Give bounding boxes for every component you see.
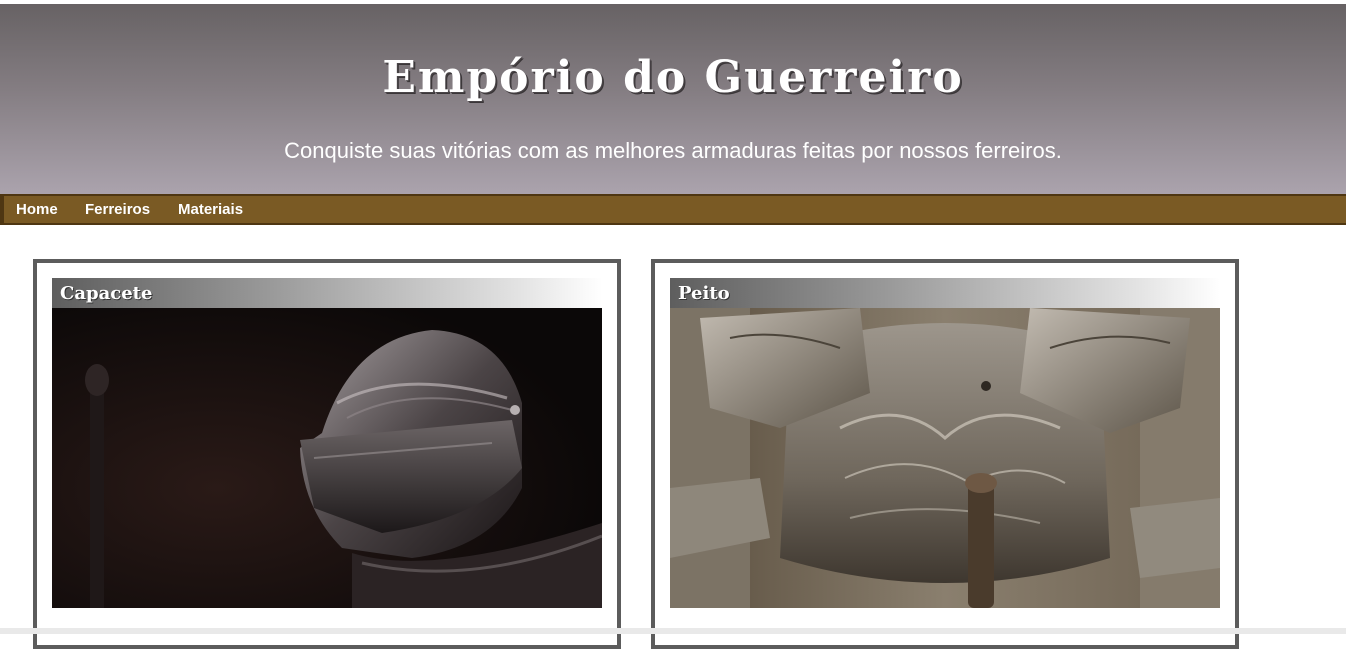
knight-helmet-photo-icon (52, 308, 602, 608)
card-title: Capacete (60, 283, 153, 304)
helmet-image[interactable] (52, 308, 602, 608)
product-card-peito[interactable]: Peito (651, 259, 1239, 649)
main-nav: Home Ferreiros Materiais (0, 194, 1346, 225)
breastplate-image[interactable] (670, 308, 1220, 608)
nav-link-materiais[interactable]: Materiais (178, 201, 243, 218)
site-title: Empório do Guerreiro (382, 52, 964, 103)
nav-link-home[interactable]: Home (16, 201, 58, 218)
product-card-capacete[interactable]: Capacete (33, 259, 621, 649)
card-title: Peito (678, 283, 730, 304)
engraved-breastplate-photo-icon (670, 308, 1220, 608)
site-header: Empório do Guerreiro Conquiste suas vitó… (0, 4, 1346, 194)
card-header: Capacete (52, 278, 602, 308)
nav-link-ferreiros[interactable]: Ferreiros (85, 201, 150, 218)
horizontal-scrollbar[interactable] (0, 628, 1346, 634)
site-subtitle: Conquiste suas vitórias com as melhores … (284, 138, 1062, 163)
card-header: Peito (670, 278, 1220, 308)
